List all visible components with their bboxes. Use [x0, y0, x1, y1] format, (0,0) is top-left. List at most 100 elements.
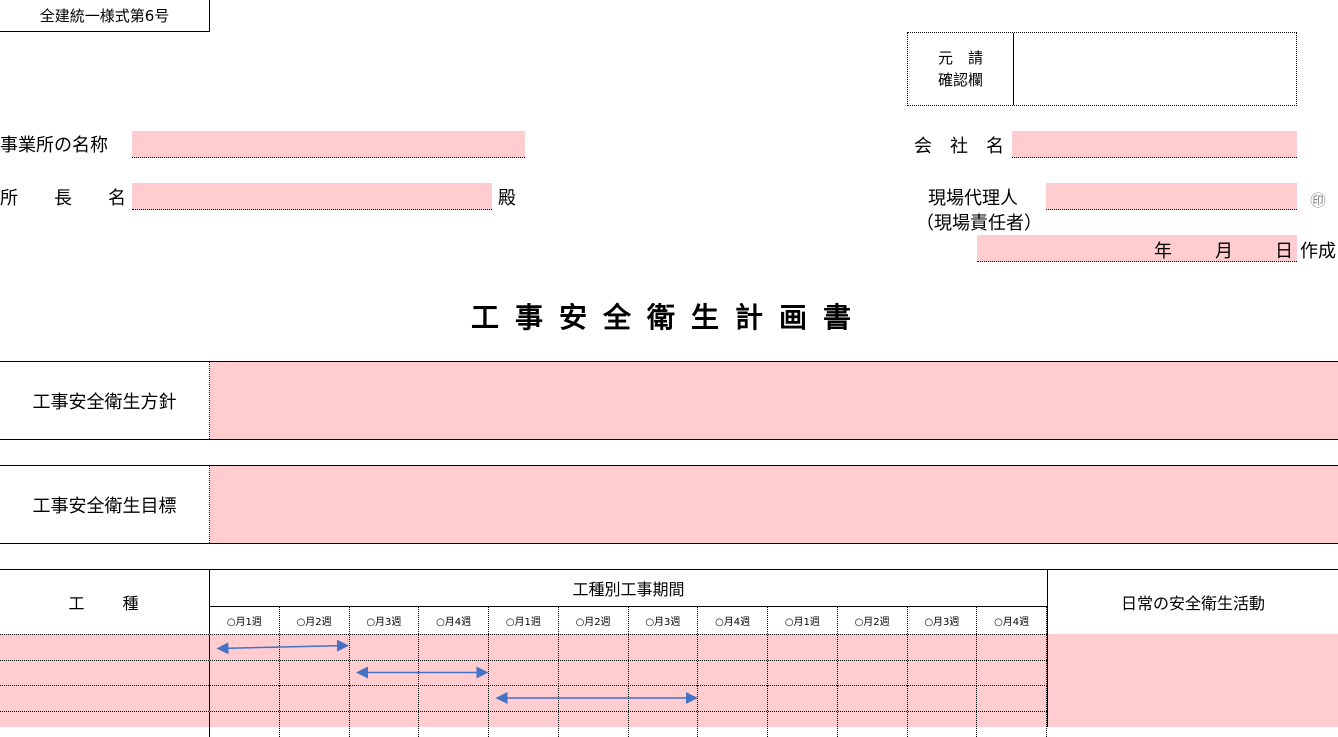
- schedule-cell[interactable]: [698, 660, 768, 686]
- schedule-cell[interactable]: [768, 686, 838, 711]
- week-header-cell: ○月2週: [838, 607, 908, 634]
- schedule-cell[interactable]: [629, 660, 699, 686]
- schedule-cell[interactable]: [908, 660, 978, 686]
- office-name-field[interactable]: [132, 131, 525, 158]
- schedule-cell[interactable]: [350, 686, 420, 711]
- schedule-cell[interactable]: [559, 686, 629, 711]
- schedule-cell[interactable]: [350, 711, 420, 737]
- schedule-cell[interactable]: [280, 686, 350, 711]
- schedule-cell[interactable]: [210, 635, 280, 660]
- week-header-cell: ○月3週: [908, 607, 978, 634]
- schedule-cell[interactable]: [489, 711, 559, 737]
- work-type-header: 工 種: [0, 570, 210, 634]
- week-header-cell: ○月1週: [210, 607, 280, 634]
- schedule-cell[interactable]: [559, 635, 629, 660]
- schedule-row: [0, 634, 1047, 660]
- schedule-cell[interactable]: [838, 660, 908, 686]
- goal-field[interactable]: [210, 466, 1338, 543]
- confirmation-stamp-field[interactable]: [1014, 33, 1296, 105]
- policy-label: 工事安全衛生方針: [0, 362, 210, 439]
- schedule-cell[interactable]: [698, 686, 768, 711]
- schedule-cell[interactable]: [559, 711, 629, 737]
- schedule-cell[interactable]: [908, 686, 978, 711]
- policy-field[interactable]: [210, 362, 1338, 439]
- site-manager-sublabel: （現場責任者）: [916, 213, 1042, 234]
- contractor-confirmation-box: 元 請 確認欄: [907, 32, 1297, 106]
- work-type-cell[interactable]: [0, 660, 210, 686]
- schedule-cell[interactable]: [908, 635, 978, 660]
- goal-section: 工事安全衛生目標: [0, 465, 1338, 544]
- week-header-cell: ○月3週: [629, 607, 699, 634]
- schedule-row: [0, 685, 1047, 711]
- schedule-cell[interactable]: [698, 635, 768, 660]
- schedule-cell[interactable]: [629, 635, 699, 660]
- schedule-cell[interactable]: [838, 635, 908, 660]
- schedule-cell[interactable]: [210, 686, 280, 711]
- week-header-cell: ○月1週: [489, 607, 559, 634]
- goal-label: 工事安全衛生目標: [0, 466, 210, 543]
- schedule-cell[interactable]: [419, 686, 489, 711]
- director-name-label: 所 長 名: [0, 188, 126, 209]
- schedule-grid: [0, 634, 1047, 737]
- schedule-cell[interactable]: [280, 660, 350, 686]
- schedule-cell[interactable]: [350, 635, 420, 660]
- date-created-suffix: 作成: [1300, 241, 1336, 262]
- schedule-cell[interactable]: [350, 660, 420, 686]
- week-header-cell: ○月1週: [768, 607, 838, 634]
- site-agent-field[interactable]: [1046, 183, 1297, 210]
- office-name-label: 事業所の名称: [0, 135, 108, 156]
- confirmation-label-line1: 元 請: [937, 49, 983, 67]
- schedule-cell[interactable]: [977, 635, 1047, 660]
- creation-date-field[interactable]: [977, 235, 1297, 262]
- schedule-cell[interactable]: [977, 660, 1047, 686]
- schedule-cell[interactable]: [838, 686, 908, 711]
- site-agent-label: 現場代理人: [928, 188, 1018, 209]
- policy-section: 工事安全衛生方針: [0, 361, 1338, 440]
- director-honorific: 殿: [498, 188, 516, 209]
- week-header-cell: ○月3週: [350, 607, 420, 634]
- work-type-cell[interactable]: [0, 686, 210, 711]
- schedule-cell[interactable]: [977, 686, 1047, 711]
- week-header-row: ○月1週 ○月2週 ○月3週 ○月4週 ○月1週 ○月2週 ○月3週 ○月4週 ○月1週 ○月2週…: [210, 607, 1047, 634]
- schedule-cell[interactable]: [419, 711, 489, 737]
- schedule-cell[interactable]: [908, 711, 978, 737]
- schedule-cell[interactable]: [977, 711, 1047, 737]
- seal-icon: ㊞: [1310, 191, 1327, 210]
- schedule-cell[interactable]: [210, 660, 280, 686]
- daily-activity-field[interactable]: [1047, 634, 1338, 727]
- schedule-cell[interactable]: [629, 711, 699, 737]
- schedule-table: 工 種 工種別工事期間 日常の安全衛生活動 ○月1週 ○月2週 ○月3週 ○月4週 ○月…: [0, 569, 1338, 737]
- schedule-cell[interactable]: [768, 635, 838, 660]
- company-name-field[interactable]: [1012, 131, 1297, 158]
- week-header-cell: ○月4週: [698, 607, 768, 634]
- schedule-cell[interactable]: [419, 635, 489, 660]
- company-name-label: 会 社 名: [914, 136, 1004, 157]
- schedule-cell[interactable]: [419, 660, 489, 686]
- director-name-field[interactable]: [132, 183, 492, 210]
- schedule-cell[interactable]: [698, 711, 768, 737]
- document-title: 工事安全衛生計画書: [470, 301, 867, 334]
- confirmation-label: 元 請 確認欄: [908, 33, 1014, 105]
- schedule-cell[interactable]: [768, 660, 838, 686]
- schedule-cell[interactable]: [489, 686, 559, 711]
- daily-activity-header: 日常の安全衛生活動: [1047, 570, 1338, 634]
- week-header-cell: ○月4週: [977, 607, 1047, 634]
- schedule-cell[interactable]: [629, 686, 699, 711]
- date-month-label: 月: [1215, 241, 1233, 262]
- schedule-row: [0, 659, 1047, 686]
- week-header-cell: ○月4週: [419, 607, 489, 634]
- schedule-cell[interactable]: [489, 660, 559, 686]
- week-header-cell: ○月2週: [559, 607, 629, 634]
- date-day-label: 日: [1275, 241, 1293, 262]
- schedule-cell[interactable]: [559, 660, 629, 686]
- work-type-cell[interactable]: [0, 711, 210, 737]
- schedule-cell[interactable]: [280, 711, 350, 737]
- schedule-cell[interactable]: [210, 711, 280, 737]
- work-period-header: 工種別工事期間: [210, 570, 1047, 607]
- schedule-cell[interactable]: [280, 635, 350, 660]
- schedule-cell[interactable]: [489, 635, 559, 660]
- schedule-row: [0, 710, 1047, 737]
- schedule-cell[interactable]: [838, 711, 908, 737]
- schedule-cell[interactable]: [768, 711, 838, 737]
- work-type-cell[interactable]: [0, 635, 210, 660]
